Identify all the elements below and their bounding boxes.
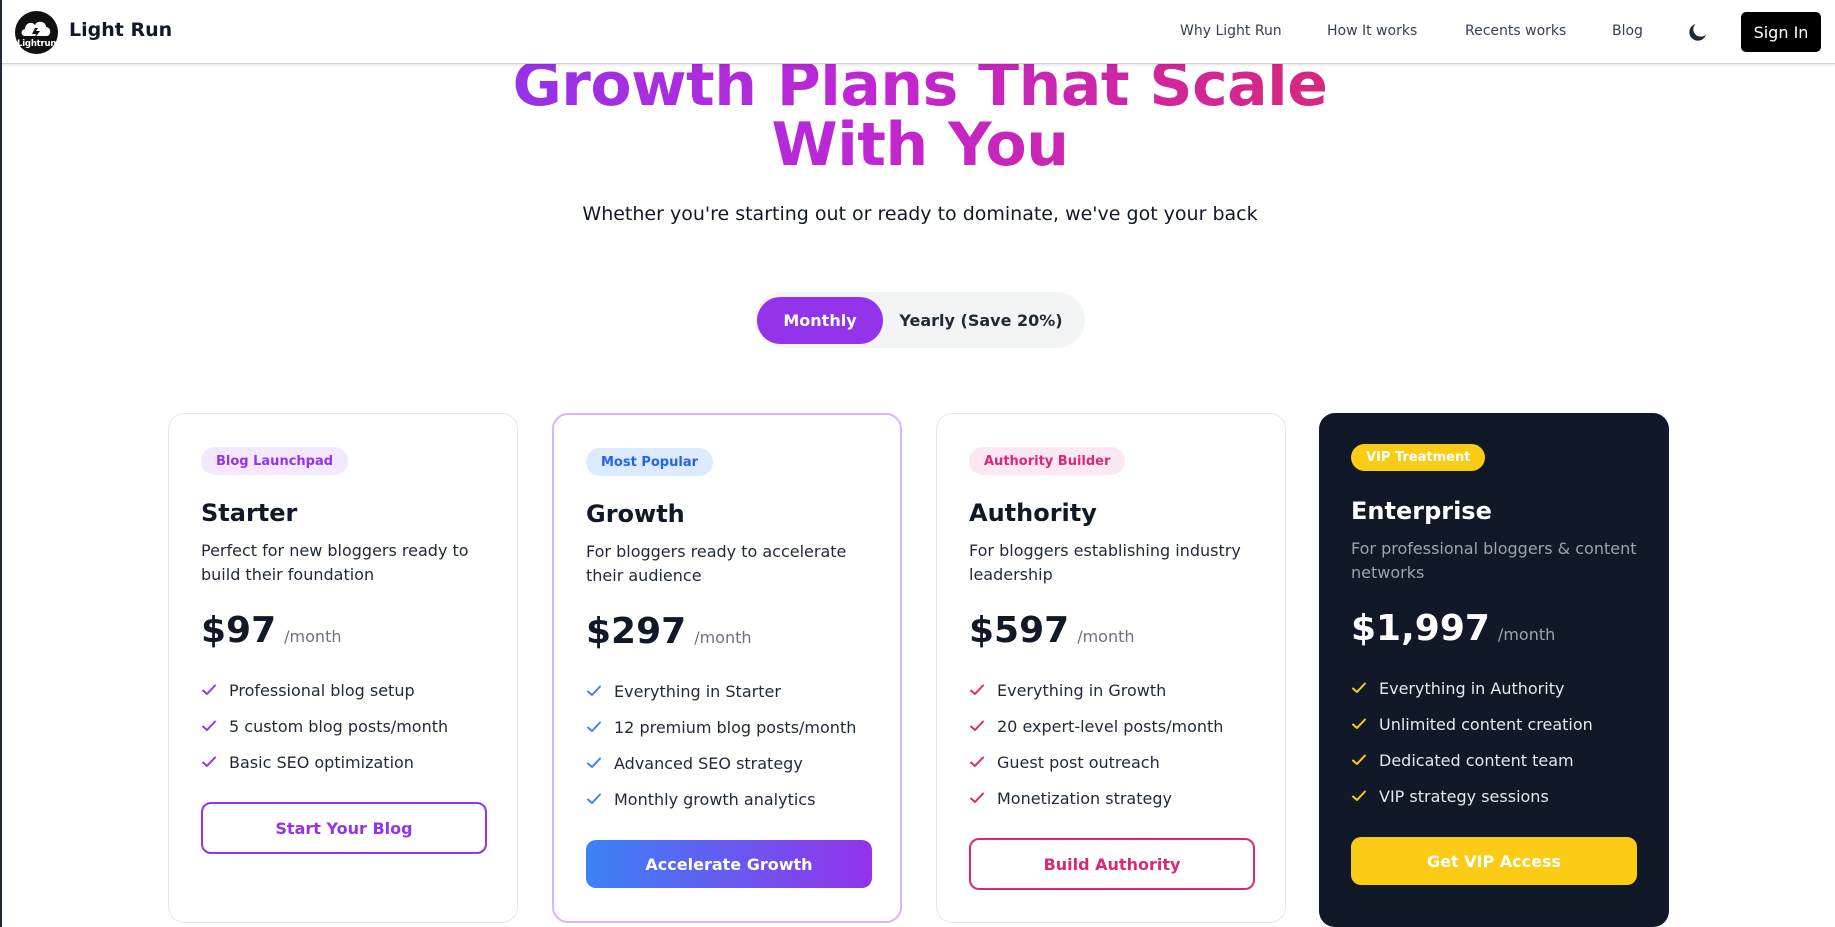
plan-description: For professional bloggers & content netw… — [1351, 539, 1637, 582]
feature-item: Basic SEO optimization — [201, 744, 448, 780]
feature-list: Professional blog setup 5 custom blog po… — [201, 672, 448, 780]
check-icon — [1352, 682, 1366, 693]
plan-badge: Most Popular — [586, 448, 714, 476]
plan-description: Perfect for new bloggers ready to build … — [201, 541, 469, 584]
feature-label: Basic SEO optimization — [229, 752, 414, 772]
check-icon — [970, 684, 984, 695]
build-authority-button[interactable]: Build Authority — [969, 838, 1255, 890]
check-icon — [587, 685, 601, 696]
price-period: /month — [284, 627, 342, 646]
feature-label: Monthly growth analytics — [614, 789, 816, 809]
plan-card-starter: Blog Launchpad Starter Perfect for new b… — [168, 413, 518, 923]
feature-label: Monetization strategy — [997, 788, 1172, 808]
feature-label: Everything in Starter — [614, 681, 781, 701]
plan-description: For bloggers ready to accelerate their a… — [586, 542, 847, 585]
nav-why-light-run[interactable]: Why Light Run — [1180, 23, 1282, 39]
check-icon — [1352, 718, 1366, 729]
feature-label: 12 premium blog posts/month — [614, 717, 857, 737]
plan-name: Authority — [969, 499, 1097, 527]
feature-list: Everything in Authority Unlimited conten… — [1351, 670, 1593, 814]
title-line-2: With You — [771, 110, 1069, 180]
logo-text: Lightrun — [17, 39, 57, 49]
plan-card-enterprise: VIP Treatment Enterprise For professiona… — [1319, 413, 1669, 927]
check-icon — [970, 756, 984, 767]
accelerate-growth-button[interactable]: Accelerate Growth — [586, 840, 872, 888]
plan-card-growth: Most Popular Growth For bloggers ready t… — [552, 413, 902, 923]
feature-item: 5 custom blog posts/month — [201, 708, 448, 744]
price-period: /month — [1497, 625, 1556, 644]
logo[interactable]: Lightrun — [15, 11, 58, 54]
check-icon — [1352, 754, 1366, 765]
plan-price: $297/month — [586, 611, 752, 652]
feature-label: Everything in Authority — [1379, 678, 1565, 698]
get-vip-access-button[interactable]: Get VIP Access — [1351, 837, 1637, 885]
check-icon — [587, 793, 601, 804]
check-icon — [202, 720, 216, 731]
nav-recent-works[interactable]: Recents works — [1465, 23, 1566, 39]
plan-name: Enterprise — [1351, 497, 1492, 525]
nav-blog[interactable]: Blog — [1612, 23, 1643, 39]
plan-description: For bloggers establishing industry leade… — [969, 541, 1241, 584]
feature-label: Dedicated content team — [1379, 750, 1574, 770]
feature-label: Unlimited content creation — [1379, 714, 1593, 734]
plan-badge: Authority Builder — [969, 447, 1126, 475]
feature-item: Professional blog setup — [201, 672, 448, 708]
plan-price: $97/month — [201, 610, 341, 651]
feature-label: VIP strategy sessions — [1379, 786, 1549, 806]
window-edge — [0, 0, 2, 927]
check-icon — [202, 756, 216, 767]
feature-item: Everything in Starter — [586, 673, 856, 709]
site-header: Lightrun Light Run Why Light Run How It … — [0, 0, 1835, 64]
feature-label: Everything in Growth — [997, 680, 1167, 700]
price-amount: $297 — [586, 611, 687, 652]
price-period: /month — [1077, 627, 1135, 646]
page-title: Growth Plans That Scale With You — [480, 55, 1360, 175]
feature-item: Everything in Authority — [1351, 670, 1593, 706]
feature-item: Monetization strategy — [969, 780, 1223, 816]
plan-name: Starter — [201, 499, 298, 527]
page-subtitle: Whether you're starting out or ready to … — [582, 203, 1258, 225]
feature-list: Everything in Starter 12 premium blog po… — [586, 673, 856, 817]
feature-item: VIP strategy sessions — [1351, 778, 1593, 814]
plan-badge: VIP Treatment — [1351, 444, 1486, 471]
plan-badge: Blog Launchpad — [201, 447, 349, 475]
check-icon — [587, 721, 601, 732]
start-your-blog-button[interactable]: Start Your Blog — [201, 802, 487, 854]
price-amount: $597 — [969, 610, 1070, 651]
check-icon — [970, 792, 984, 803]
feature-label: Guest post outreach — [997, 752, 1160, 772]
feature-item: Dedicated content team — [1351, 742, 1593, 778]
feature-item: 20 expert-level posts/month — [969, 708, 1223, 744]
moon-icon[interactable] — [1686, 20, 1710, 44]
check-icon — [1352, 790, 1366, 801]
nav-how-it-works[interactable]: How It works — [1327, 23, 1417, 39]
feature-item: Everything in Growth — [969, 672, 1223, 708]
monthly-toggle-button[interactable]: Monthly — [757, 297, 883, 344]
plan-price: $597/month — [969, 610, 1135, 651]
check-icon — [970, 720, 984, 731]
feature-label: 20 expert-level posts/month — [997, 716, 1224, 736]
feature-label: Professional blog setup — [229, 680, 415, 700]
price-amount: $1,997 — [1351, 608, 1490, 649]
yearly-toggle-button[interactable]: Yearly (Save 20%) — [890, 297, 1072, 344]
feature-item: Advanced SEO strategy — [586, 745, 856, 781]
feature-label: 5 custom blog posts/month — [229, 716, 449, 736]
feature-item: 12 premium blog posts/month — [586, 709, 856, 745]
price-period: /month — [694, 628, 752, 647]
feature-item: Guest post outreach — [969, 744, 1223, 780]
feature-list: Everything in Growth 20 expert-level pos… — [969, 672, 1223, 816]
feature-label: Advanced SEO strategy — [614, 753, 803, 773]
feature-item: Monthly growth analytics — [586, 781, 856, 817]
check-icon — [587, 757, 601, 768]
check-icon — [202, 684, 216, 695]
sign-in-button[interactable]: Sign In — [1741, 12, 1821, 52]
title-line-1: Growth Plans That Scale — [512, 50, 1328, 120]
plan-price: $1,997/month — [1351, 608, 1555, 649]
plan-card-authority: Authority Builder Authority For bloggers… — [936, 413, 1286, 923]
feature-item: Unlimited content creation — [1351, 706, 1593, 742]
price-amount: $97 — [201, 610, 277, 651]
plan-name: Growth — [586, 500, 685, 528]
brand-name[interactable]: Light Run — [69, 19, 172, 41]
